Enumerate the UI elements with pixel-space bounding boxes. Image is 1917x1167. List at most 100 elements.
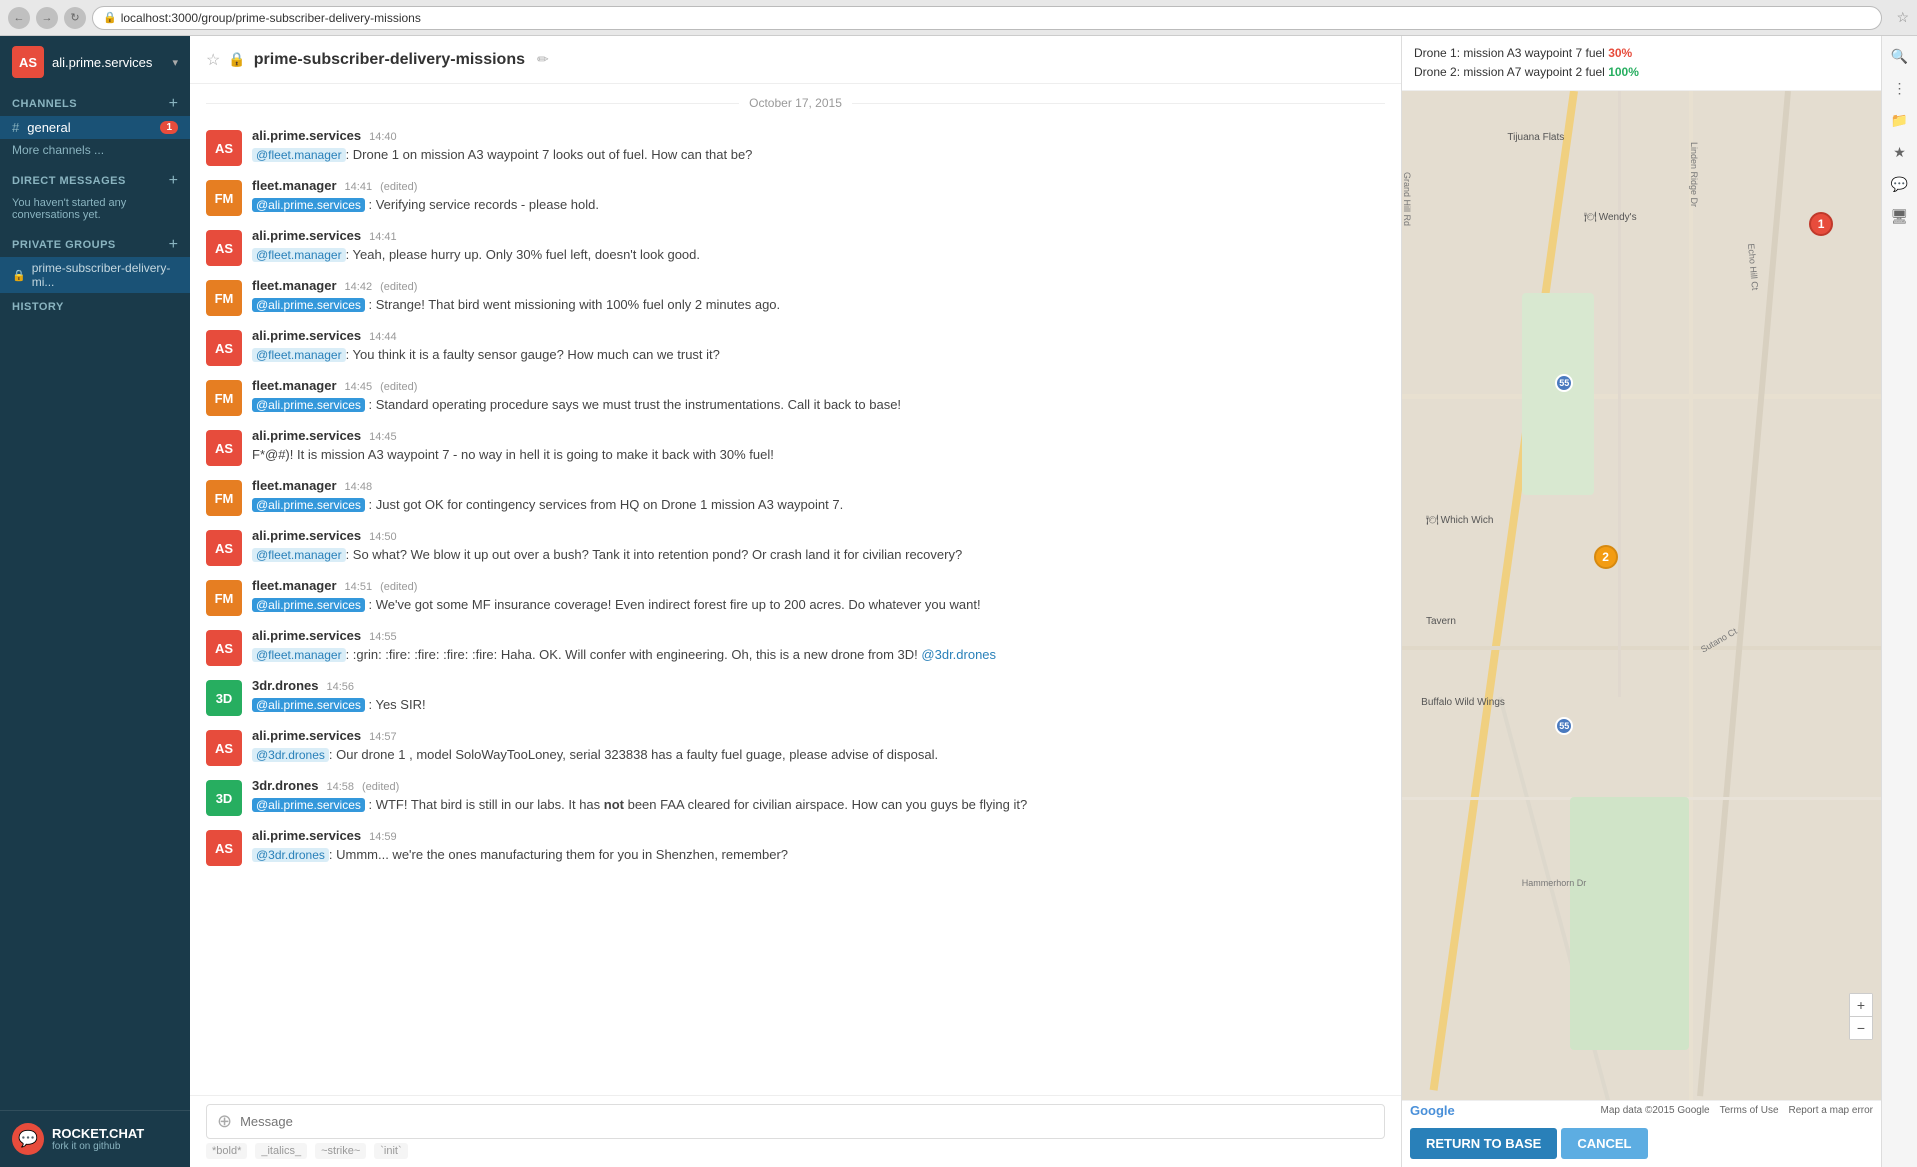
poi-tijuana-flats: Tijuana Flats <box>1507 132 1564 143</box>
message-text-part: : Verifying service records - please hol… <box>365 197 599 212</box>
bookmark-icon[interactable]: ☆ <box>1896 9 1909 26</box>
message-row: 3D 3dr.drones14:56@ali.prime.services : Y… <box>206 672 1385 722</box>
mention[interactable]: @fleet.manager <box>252 348 346 362</box>
message-avatar: AS <box>206 230 242 266</box>
message-time: 14:51 <box>345 581 373 593</box>
hash-icon: # <box>12 120 19 135</box>
message-row: 3D3dr.drones14:58(edited)@ali.prime.serv… <box>206 772 1385 822</box>
message-input-row: ⊕ <box>206 1104 1385 1139</box>
map-container[interactable]: 55 55 Tijuana Flats 🍽 Wendy's 🍽 Which Wi… <box>1402 91 1881 1100</box>
workspace-header[interactable]: AS ali.prime.services ▾ <box>0 36 190 88</box>
message-text-part: : Ummm... we're the ones manufacturing t… <box>329 847 788 862</box>
chat-header: ☆ 🔒 prime-subscriber-delivery-missions ✏ <box>190 36 1401 84</box>
message-time: 14:48 <box>345 481 373 493</box>
mention-highlight[interactable]: @ali.prime.services <box>252 498 365 512</box>
message-avatar: FM <box>206 180 242 216</box>
message-text: @ali.prime.services : Just got OK for co… <box>252 495 1385 515</box>
green-area-1 <box>1522 293 1594 495</box>
folder-icon[interactable]: 📁 <box>1886 106 1914 134</box>
message-author: 3dr.drones <box>252 678 318 693</box>
sidebar-item-private-group[interactable]: 🔒 prime-subscriber-delivery-mi... <box>0 257 190 293</box>
zoom-out-button[interactable]: − <box>1850 1017 1872 1039</box>
message-time: 14:42 <box>345 281 373 293</box>
mention[interactable]: @fleet.manager <box>252 648 346 662</box>
message-avatar: 3D <box>206 680 242 716</box>
message-row: ASali.prime.services14:45F*@#)! It is mi… <box>206 422 1385 472</box>
chat-area: ☆ 🔒 prime-subscriber-delivery-missions ✏… <box>190 36 1401 1167</box>
drone1-marker[interactable]: 1 <box>1809 212 1833 236</box>
message-link[interactable]: @3dr.drones <box>921 647 996 662</box>
terms-of-use-link[interactable]: Terms of Use <box>1720 1105 1779 1116</box>
search-icon[interactable]: 🔍 <box>1886 42 1914 70</box>
back-button[interactable]: ← <box>8 7 30 29</box>
kebab-menu-icon[interactable]: ⋮ <box>1886 74 1914 102</box>
diagonal-road-1 <box>1697 91 1791 1096</box>
mention-highlight[interactable]: @ali.prime.services <box>252 398 365 412</box>
mention[interactable]: @3dr.drones <box>252 848 329 862</box>
mention[interactable]: @fleet.manager <box>252 148 346 162</box>
message-avatar: AS <box>206 730 242 766</box>
zoom-controls: + − <box>1849 993 1873 1040</box>
mention[interactable]: @fleet.manager <box>252 248 346 262</box>
poi-wendys: 🍽 Wendy's <box>1584 212 1637 223</box>
report-map-error-link[interactable]: Report a map error <box>1789 1105 1873 1116</box>
message-text-part: : Drone 1 on mission A3 waypoint 7 looks… <box>346 147 753 162</box>
mention-highlight[interactable]: @ali.prime.services <box>252 698 365 712</box>
address-bar[interactable]: 🔒 localhost:3000/group/prime-subscriber-… <box>92 6 1882 30</box>
mention[interactable]: @3dr.drones <box>252 748 329 762</box>
message-row: ASali.prime.services14:50@fleet.manager:… <box>206 522 1385 572</box>
refresh-button[interactable]: ↻ <box>64 7 86 29</box>
message-input[interactable] <box>240 1114 1374 1129</box>
highway-badge-2: 55 <box>1555 717 1573 735</box>
message-time: 14:41 <box>345 181 373 193</box>
drone2-marker[interactable]: 2 <box>1594 545 1618 569</box>
add-channel-button[interactable]: + <box>169 96 178 112</box>
poi-buffalo-wild-wings: Buffalo Wild Wings <box>1421 697 1505 708</box>
mention-highlight[interactable]: @ali.prime.services <box>252 598 365 612</box>
edit-channel-icon[interactable]: ✏ <box>537 51 549 68</box>
message-row: FMfleet.manager14:41(edited)@ali.prime.s… <box>206 172 1385 222</box>
message-text-part: : We've got some MF insurance coverage! … <box>365 597 981 612</box>
chat-messages-list: October 17, 2015 ASali.prime.services14:… <box>190 84 1401 1095</box>
mention[interactable]: @fleet.manager <box>252 548 346 562</box>
star-sidebar-icon[interactable]: ★ <box>1886 138 1914 166</box>
message-content: fleet.manager14:41(edited)@ali.prime.ser… <box>252 178 1385 216</box>
zoom-in-button[interactable]: + <box>1850 994 1872 1016</box>
message-text-part: : So what? We blow it up out over a bush… <box>346 547 963 562</box>
channel-lock-icon: 🔒 <box>228 51 245 68</box>
messages-container: ASali.prime.services14:40@fleet.manager:… <box>206 122 1385 872</box>
message-content: 3dr.drones14:56@ali.prime.services : Yes… <box>252 678 1385 716</box>
cancel-button[interactable]: CANCEL <box>1561 1128 1647 1159</box>
message-content: ali.prime.services14:50@fleet.manager: S… <box>252 528 1385 566</box>
poi-which-wich: 🍽 Which Wich <box>1426 515 1494 526</box>
message-content: ali.prime.services14:45F*@#)! It is miss… <box>252 428 1385 466</box>
message-text-part: : Yeah, please hurry up. Only 30% fuel l… <box>346 247 700 262</box>
message-time: 14:40 <box>369 131 397 143</box>
attachment-icon[interactable]: ⊕ <box>217 1111 232 1132</box>
bold-text: not <box>604 797 624 812</box>
add-dm-button[interactable]: + <box>169 173 178 189</box>
private-group-label: prime-subscriber-delivery-mi... <box>32 261 178 289</box>
screen-icon[interactable]: 🖥 <box>1886 202 1914 230</box>
message-edited-label: (edited) <box>380 181 417 193</box>
map-action-buttons: RETURN TO BASE CANCEL <box>1402 1120 1881 1167</box>
return-to-base-button[interactable]: RETURN TO BASE <box>1410 1128 1557 1159</box>
format-hints-bar: *bold* _italics_ ~strike~ `init` <box>206 1139 1385 1159</box>
road-label-hammerhorn: Hammerhorn Dr <box>1522 878 1587 888</box>
add-group-button[interactable]: + <box>169 237 178 253</box>
message-text: @fleet.manager: Yeah, please hurry up. O… <box>252 245 1385 265</box>
message-time: 14:41 <box>369 231 397 243</box>
channel-name-general: general <box>27 120 154 135</box>
browser-bar: ← → ↻ 🔒 localhost:3000/group/prime-subsc… <box>0 0 1917 36</box>
dm-empty-label: You haven't started any conversations ye… <box>0 193 190 229</box>
message-text: @ali.prime.services : WTF! That bird is … <box>252 795 1385 815</box>
mention-highlight[interactable]: @ali.prime.services <box>252 198 365 212</box>
mention-highlight[interactable]: @ali.prime.services <box>252 298 365 312</box>
forward-button[interactable]: → <box>36 7 58 29</box>
mention-highlight[interactable]: @ali.prime.services <box>252 798 365 812</box>
chat-icon[interactable]: 💬 <box>1886 170 1914 198</box>
message-text-part: F*@#)! It is mission A3 waypoint 7 - no … <box>252 447 774 462</box>
more-channels-link[interactable]: More channels ... <box>0 139 190 165</box>
sidebar-item-general[interactable]: # general 1 <box>0 116 190 139</box>
star-icon[interactable]: ☆ <box>206 50 220 70</box>
